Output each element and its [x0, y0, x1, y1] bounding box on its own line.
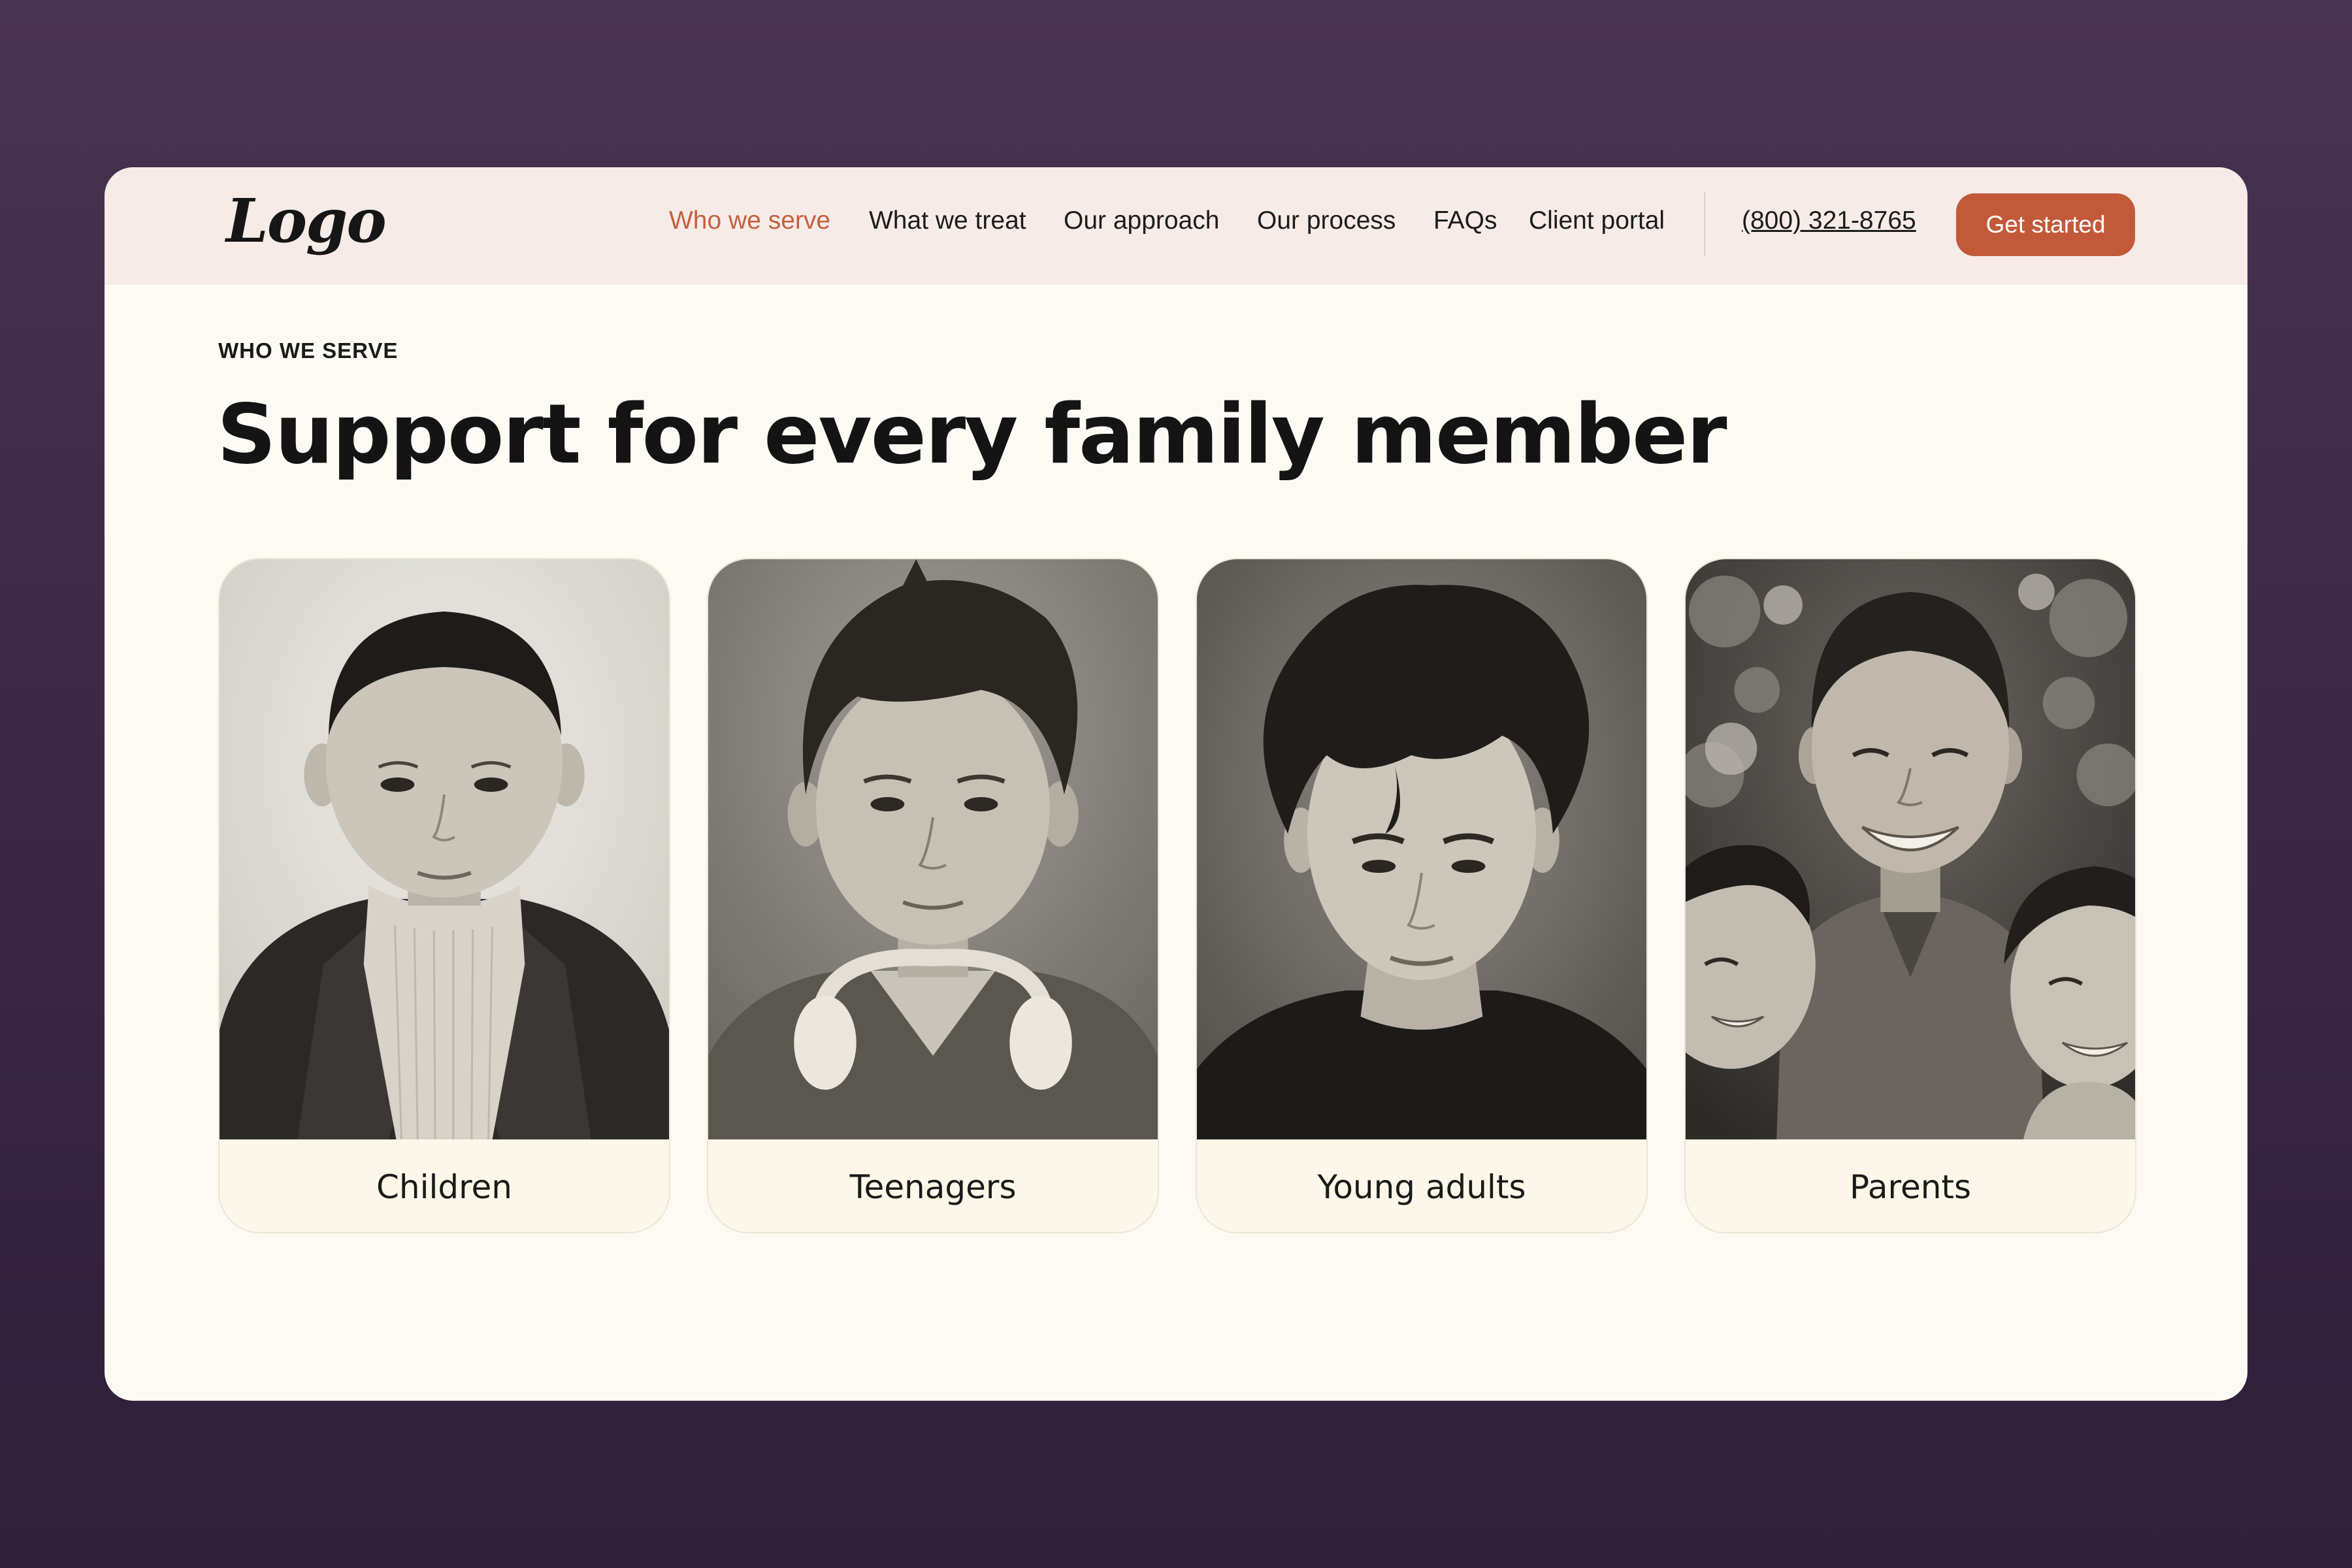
- card-label-young-adults: Young adults: [1317, 1168, 1526, 1206]
- nav-link-faqs[interactable]: FAQs: [1433, 208, 1497, 233]
- audience-card-parents[interactable]: Parents: [1684, 558, 2136, 1233]
- nav-link-our-process[interactable]: Our process: [1257, 208, 1396, 233]
- nav-link-what-we-treat[interactable]: What we treat: [869, 208, 1026, 233]
- nav-link-our-approach[interactable]: Our approach: [1064, 208, 1219, 233]
- card-label-children: Children: [376, 1168, 513, 1206]
- card-photo-teenagers: [708, 559, 1158, 1139]
- section-eyebrow: WHO WE SERVE: [218, 338, 399, 363]
- card-label-teenagers: Teenagers: [849, 1168, 1017, 1206]
- card-photo-young-adults: [1197, 559, 1646, 1139]
- navbar: Logo Who we serve What we treat Our appr…: [105, 167, 2247, 285]
- audience-card-young-adults[interactable]: Young adults: [1196, 558, 1648, 1233]
- card-photo-children: [220, 559, 669, 1139]
- card-photo-parents: [1686, 559, 2135, 1139]
- audience-card-teenagers[interactable]: Teenagers: [707, 558, 1159, 1233]
- audience-card-children[interactable]: Children: [218, 558, 670, 1233]
- card-label-parents: Parents: [1849, 1168, 1972, 1206]
- nav-divider: [1704, 192, 1705, 256]
- get-started-button[interactable]: Get started: [1956, 193, 2135, 256]
- nav-link-who-we-serve[interactable]: Who we serve: [669, 208, 830, 233]
- nav-link-client-portal[interactable]: Client portal: [1529, 208, 1665, 233]
- logo[interactable]: Logo: [226, 191, 387, 251]
- page-title: Support for every family member: [217, 386, 1727, 482]
- phone-link[interactable]: (800) 321-8765: [1742, 208, 1916, 233]
- site-window: Logo Who we serve What we treat Our appr…: [105, 167, 2247, 1401]
